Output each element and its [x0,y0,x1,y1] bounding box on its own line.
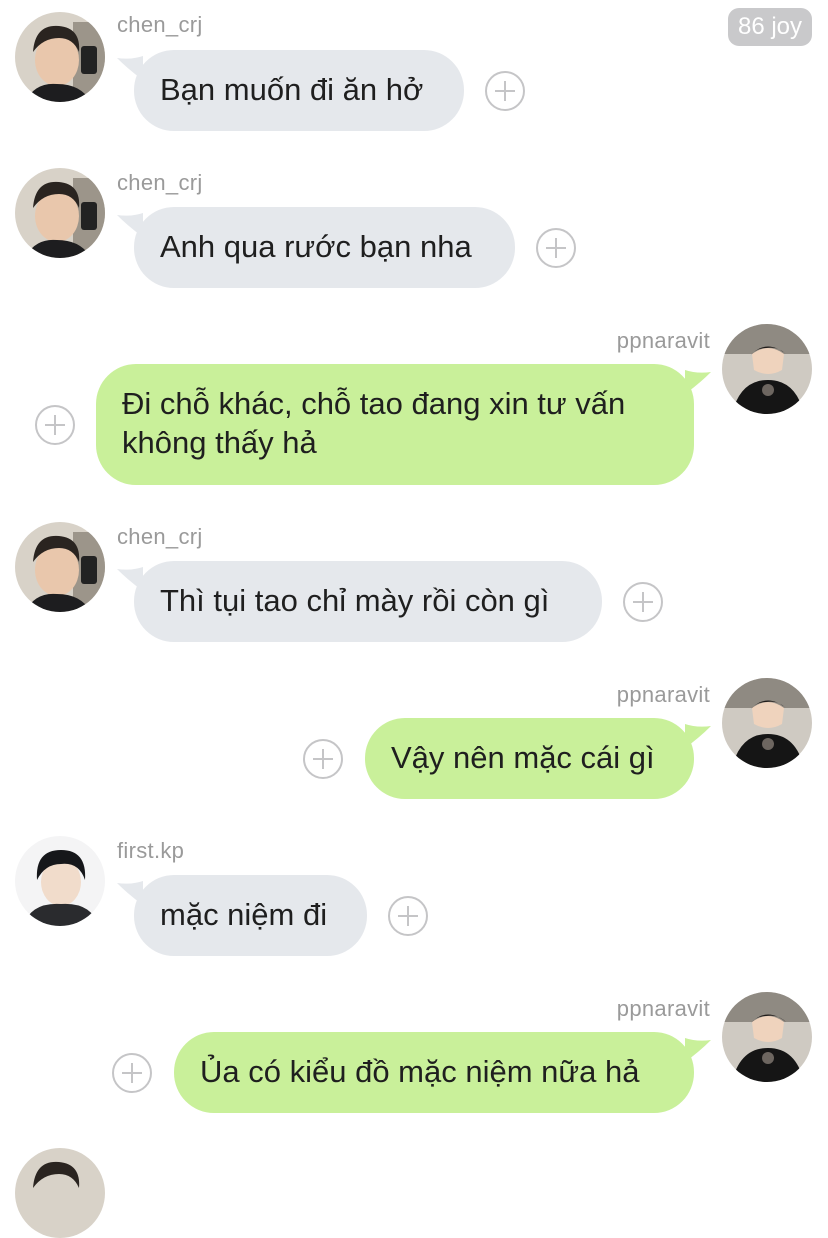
sender-name: chen_crj [117,12,203,37]
sender-name: first.kp [117,838,185,863]
plus-circle-icon[interactable] [35,405,75,445]
avatar-ppnaravit[interactable] [722,324,812,414]
avatar-chen-crj[interactable] [15,12,105,102]
avatar-first-kp[interactable] [15,836,105,926]
sender-name: ppnaravit [616,682,710,707]
message-bubble[interactable]: Vậy nên mặc cái gì [365,718,694,799]
avatar-chen-crj[interactable] [15,168,105,258]
reaction-count-badge[interactable]: 86 joy [728,8,812,46]
plus-circle-icon[interactable] [536,228,576,268]
avatar-ppnaravit[interactable] [722,678,812,768]
sender-name: chen_crj [117,170,203,195]
avatar-chen-crj[interactable] [15,522,105,612]
message-bubble[interactable]: Thì tụi tao chỉ mày rồi còn gì [134,561,602,642]
plus-circle-icon[interactable] [112,1053,152,1093]
plus-circle-icon[interactable] [485,71,525,111]
avatar-ppnaravit[interactable] [722,992,812,1082]
sender-name: ppnaravit [616,328,710,353]
message-bubble[interactable]: Đi chỗ khác, chỗ tao đang xin tư vấn khô… [96,364,694,485]
message-bubble[interactable]: Anh qua rước bạn nha [134,207,515,288]
plus-circle-icon[interactable] [388,896,428,936]
message-bubble[interactable]: mặc niệm đi [134,875,367,956]
message-bubble[interactable]: Ủa có kiểu đồ mặc niệm nữa hả [174,1032,694,1113]
sender-name: chen_crj [117,524,203,549]
plus-circle-icon[interactable] [623,582,663,622]
sender-name: ppnaravit [616,996,710,1021]
avatar-partial[interactable] [15,1148,105,1238]
message-bubble[interactable]: Bạn muốn đi ăn hở [134,50,464,131]
plus-circle-icon[interactable] [303,739,343,779]
